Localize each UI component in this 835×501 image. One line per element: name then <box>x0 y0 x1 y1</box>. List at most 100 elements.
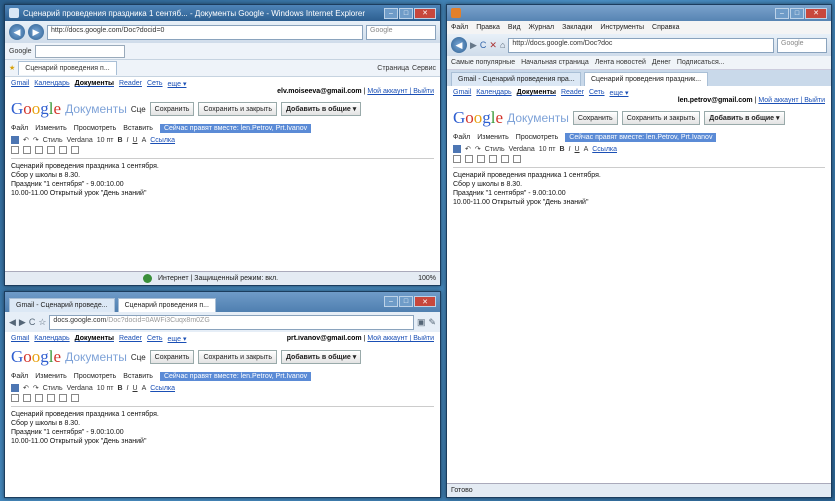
save-icon[interactable] <box>11 136 19 144</box>
menu-edit[interactable]: Изменить <box>35 373 67 380</box>
size-select[interactable]: 10 пт <box>539 146 556 153</box>
menu-view[interactable]: Просмотреть <box>74 125 116 132</box>
text-color-icon[interactable]: A <box>584 146 589 153</box>
maximize-button[interactable]: □ <box>790 7 804 19</box>
page-menu-icon[interactable]: ▣ <box>417 317 426 328</box>
font-select[interactable]: Verdana <box>67 137 93 144</box>
bullet-list-icon[interactable] <box>23 394 31 402</box>
favorites-star-icon[interactable]: ★ <box>9 64 15 72</box>
ie-title-bar[interactable]: Сценарий проведения праздника 1 сентяб..… <box>5 5 440 21</box>
menu-view[interactable]: Просмотреть <box>516 134 558 141</box>
ie-page-menu[interactable]: Страница <box>377 65 409 72</box>
menu-view[interactable]: Просмотреть <box>74 373 116 380</box>
minimize-button[interactable]: – <box>384 7 398 19</box>
nav-calendar-link[interactable]: Календарь <box>34 335 69 343</box>
align-center-icon[interactable] <box>59 394 67 402</box>
indent-icon[interactable] <box>35 394 43 402</box>
save-close-button[interactable]: Сохранить и закрыть <box>621 111 701 125</box>
ff-menu-edit[interactable]: Правка <box>476 24 500 31</box>
font-select[interactable]: Verdana <box>67 385 93 392</box>
size-select[interactable]: 10 пт <box>97 385 114 392</box>
share-button[interactable]: Добавить в общие ▾ <box>280 350 362 364</box>
nav-calendar-link[interactable]: Календарь <box>34 80 69 88</box>
nav-gmail-link[interactable]: Gmail <box>11 80 29 88</box>
chrome-account-links[interactable]: Мой аккаунт | Выйти <box>367 335 434 342</box>
style-select[interactable]: Стиль <box>485 146 505 153</box>
share-button[interactable]: Добавить в общие ▾ <box>704 111 785 125</box>
indent-icon[interactable] <box>477 155 485 163</box>
save-button[interactable]: Сохранить <box>149 350 195 364</box>
nav-reader-link[interactable]: Reader <box>561 89 584 97</box>
redo-icon[interactable]: ↷ <box>33 384 39 392</box>
align-left-icon[interactable] <box>489 155 497 163</box>
bold-icon[interactable]: B <box>117 385 122 392</box>
chrome-tab-gmail[interactable]: Gmail - Сценарий проведе... <box>9 298 115 312</box>
reload-icon[interactable]: C <box>480 40 487 50</box>
close-button[interactable]: ✕ <box>805 7 827 19</box>
align-center-icon[interactable] <box>59 146 67 154</box>
menu-file[interactable]: Файл <box>11 373 28 380</box>
link-button[interactable]: Ссылка <box>150 137 175 144</box>
underline-icon[interactable]: U <box>133 137 138 144</box>
document-body[interactable]: Сценарий проведения праздника 1 сентября… <box>453 167 825 207</box>
google-toolbar-search[interactable] <box>34 44 125 58</box>
ie-search-input[interactable]: Google <box>366 24 436 40</box>
ff-search-input[interactable]: Google <box>777 37 827 53</box>
style-select[interactable]: Стиль <box>43 137 63 144</box>
bookmark-subscribe[interactable]: Подписаться... <box>677 59 725 66</box>
save-icon[interactable] <box>11 384 19 392</box>
nav-reader-link[interactable]: Reader <box>119 335 142 343</box>
ie-account-links[interactable]: Мой аккаунт | Выйти <box>367 88 434 95</box>
ff-address-field[interactable]: http://docs.google.com/Doc?doc <box>508 37 774 53</box>
align-left-icon[interactable] <box>47 146 55 154</box>
menu-edit[interactable]: Изменить <box>477 134 509 141</box>
font-select[interactable]: Verdana <box>509 146 535 153</box>
bookmark-popular[interactable]: Самые популярные <box>451 59 515 66</box>
doc-title-short[interactable]: Сце <box>131 105 146 114</box>
nav-gmail-link[interactable]: Gmail <box>11 335 29 343</box>
maximize-button[interactable]: □ <box>399 296 413 307</box>
numbered-list-icon[interactable] <box>11 146 19 154</box>
style-select[interactable]: Стиль <box>43 385 63 392</box>
link-button[interactable]: Ссылка <box>592 146 617 153</box>
ie-address-field[interactable]: http://docs.google.com/Doc?docid=0 <box>47 24 363 40</box>
close-button[interactable]: ✕ <box>414 296 436 307</box>
ff-menu-history[interactable]: Журнал <box>529 24 555 31</box>
bookmark-money[interactable]: Денег <box>652 59 671 66</box>
ie-window[interactable]: Сценарий проведения праздника 1 сентяб..… <box>4 4 441 286</box>
nav-reader-link[interactable]: Reader <box>119 80 142 88</box>
save-icon[interactable] <box>453 145 461 153</box>
undo-icon[interactable]: ↶ <box>23 384 29 392</box>
redo-icon[interactable]: ↷ <box>33 136 39 144</box>
minimize-button[interactable]: – <box>775 7 789 19</box>
save-button[interactable]: Сохранить <box>572 111 618 125</box>
menu-insert[interactable]: Вставить <box>123 373 153 380</box>
undo-icon[interactable]: ↶ <box>465 145 471 153</box>
ff-tab-gmail[interactable]: Gmail - Сценарий проведения пра... <box>451 72 581 86</box>
reload-icon[interactable]: C <box>29 317 36 327</box>
align-right-icon[interactable] <box>71 146 79 154</box>
nav-more-link[interactable]: еще ▾ <box>168 80 187 88</box>
forward-icon[interactable]: ▶ <box>470 40 477 51</box>
ff-menu-view[interactable]: Вид <box>508 24 521 31</box>
menu-insert[interactable]: Вставить <box>123 125 153 132</box>
menu-file[interactable]: Файл <box>11 125 28 132</box>
share-button[interactable]: Добавить в общие ▾ <box>280 102 362 116</box>
bookmark-home[interactable]: Начальная страница <box>521 59 589 66</box>
ff-menu-file[interactable]: Файл <box>451 24 468 31</box>
doc-title-short[interactable]: Сце <box>131 353 146 362</box>
ff-menu-bookmarks[interactable]: Закладки <box>562 24 592 31</box>
text-color-icon[interactable]: A <box>142 385 147 392</box>
nav-sites-link[interactable]: Сеть <box>147 335 163 343</box>
stop-icon[interactable]: ✕ <box>489 40 497 51</box>
back-icon[interactable]: ◀ <box>9 24 25 40</box>
ie-tab[interactable]: Сценарий проведения п... <box>18 61 117 75</box>
link-button[interactable]: Ссылка <box>150 385 175 392</box>
nav-more-link[interactable]: еще ▾ <box>610 89 629 97</box>
underline-icon[interactable]: U <box>133 385 138 392</box>
ie-zoom[interactable]: 100% <box>418 275 436 282</box>
bold-icon[interactable]: B <box>117 137 122 144</box>
bold-icon[interactable]: B <box>559 146 564 153</box>
undo-icon[interactable]: ↶ <box>23 136 29 144</box>
underline-icon[interactable]: U <box>575 146 580 153</box>
